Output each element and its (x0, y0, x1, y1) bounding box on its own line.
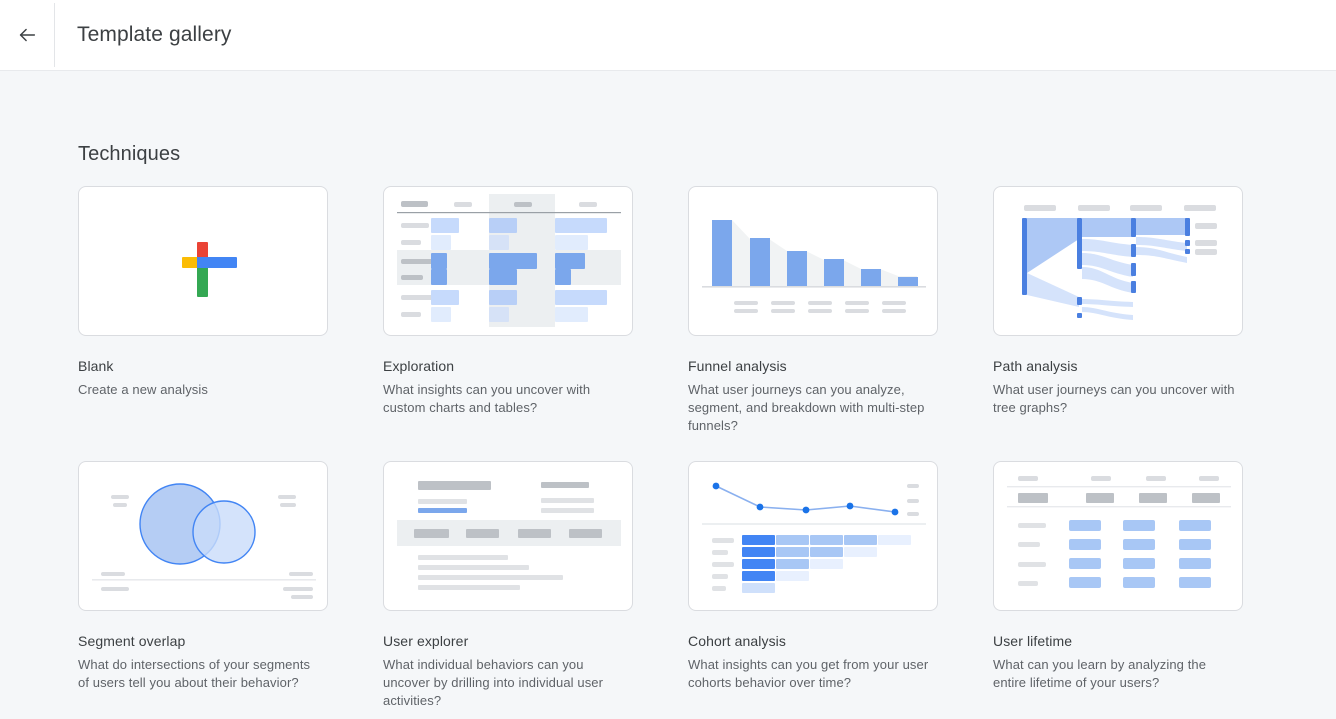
template-card-segment-overlap[interactable]: Segment overlap What do intersections of… (78, 461, 328, 710)
template-grid: Blank Create a new analysis Exploration … (78, 186, 1258, 710)
venn-diagram-icon (92, 483, 316, 599)
arrow-left-icon (16, 24, 38, 46)
grid-row-spacer (383, 435, 633, 461)
card-title: Blank (78, 358, 114, 374)
header-divider (54, 3, 55, 67)
card-description: What insights can you get from your user… (688, 657, 929, 690)
card-title: Segment overlap (78, 633, 186, 649)
card-title: Exploration (383, 358, 455, 374)
thumbnail-path-analysis[interactable] (993, 186, 1243, 336)
thumbnail-blank[interactable] (78, 186, 328, 336)
card-description: What do intersections of your segments o… (78, 657, 311, 690)
grid-row-spacer (78, 435, 328, 461)
template-card-funnel-analysis[interactable]: Funnel analysis What user journeys can y… (688, 186, 938, 435)
card-title: User explorer (383, 633, 469, 649)
card-description: What can you learn by analyzing the enti… (993, 657, 1207, 690)
card-title: Funnel analysis (688, 358, 787, 374)
blue-table-icon (1007, 476, 1231, 588)
thumbnail-cohort-analysis[interactable] (688, 461, 938, 611)
thumbnail-user-lifetime[interactable] (993, 461, 1243, 611)
document-list-icon (397, 481, 621, 590)
template-card-path-analysis[interactable]: Path analysis What user journeys can you… (993, 186, 1243, 435)
template-card-exploration[interactable]: Exploration What insights can you uncove… (383, 186, 633, 435)
line-cohort-icon (702, 482, 926, 593)
template-card-blank[interactable]: Blank Create a new analysis (78, 186, 328, 435)
card-description: What insights can you uncover with custo… (383, 382, 591, 415)
table-heatmap-icon (397, 194, 621, 327)
thumbnail-funnel-analysis[interactable] (688, 186, 938, 336)
section-title-techniques: Techniques (78, 143, 181, 165)
thumbnail-user-explorer[interactable] (383, 461, 633, 611)
grid-row-spacer (688, 435, 938, 461)
card-title: Cohort analysis (688, 633, 786, 649)
thumbnail-exploration[interactable] (383, 186, 633, 336)
template-card-user-explorer[interactable]: User explorer What individual behaviors … (383, 461, 633, 710)
back-button-wrap (0, 15, 54, 55)
sankey-tree-icon (1022, 205, 1217, 320)
back-button[interactable] (7, 15, 47, 55)
grid-row-spacer (993, 435, 1243, 461)
card-description: Create a new analysis (78, 382, 208, 397)
thumbnail-segment-overlap[interactable] (78, 461, 328, 611)
card-title: Path analysis (993, 358, 1078, 374)
card-description: What individual behaviors can you uncove… (383, 657, 604, 708)
card-description: What user journeys can you analyze, segm… (688, 382, 925, 433)
template-card-cohort-analysis[interactable]: Cohort analysis What insights can you ge… (688, 461, 938, 710)
page-title: Template gallery (77, 23, 232, 46)
page-body: Techniques Blank Create a new analysis E… (0, 71, 1336, 719)
template-card-user-lifetime[interactable]: User lifetime What can you learn by anal… (993, 461, 1243, 710)
card-description: What user journeys can you uncover with … (993, 382, 1235, 415)
funnel-bars-icon (702, 220, 926, 313)
app-header: Template gallery (0, 0, 1336, 71)
google-plus-icon (182, 242, 237, 297)
card-title: User lifetime (993, 633, 1073, 649)
